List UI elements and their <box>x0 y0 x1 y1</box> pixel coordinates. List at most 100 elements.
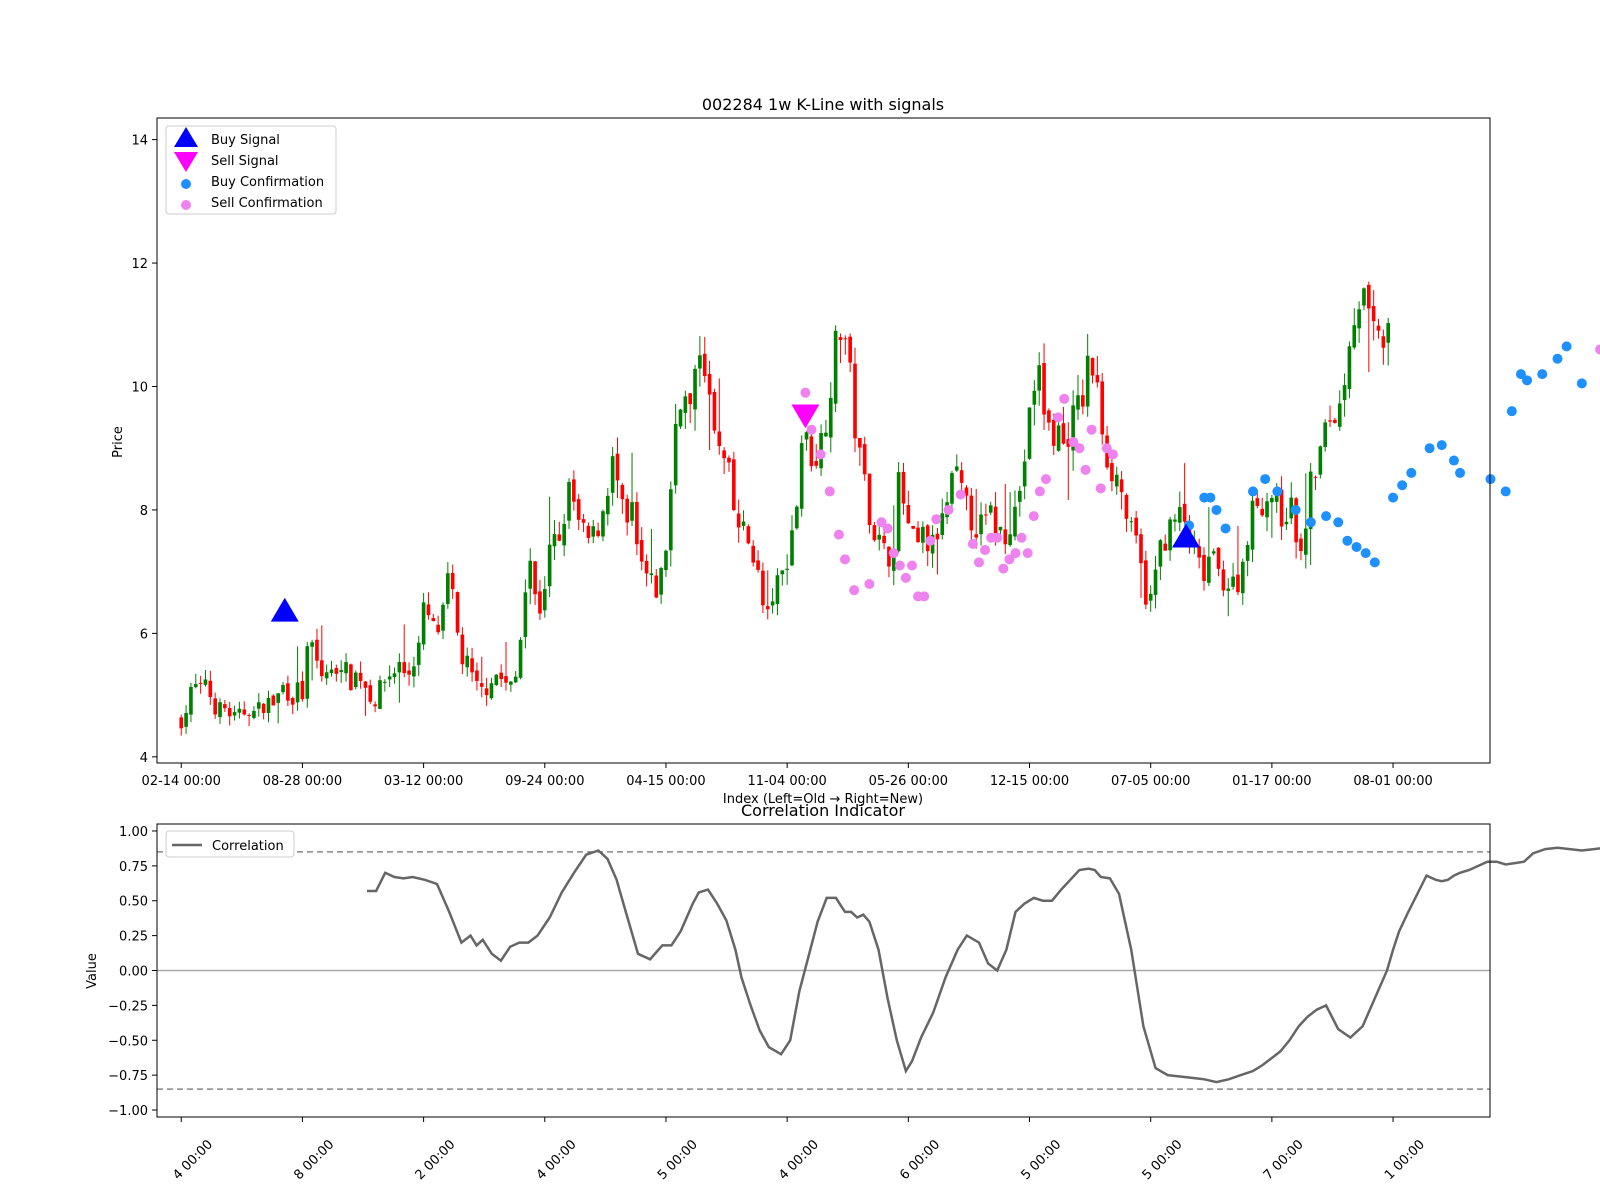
candle-body <box>824 432 828 437</box>
candle-body <box>412 666 416 677</box>
candle-body <box>353 672 358 688</box>
candle-body <box>349 664 353 690</box>
sell-confirmation-point <box>806 424 817 435</box>
candle-body <box>1337 403 1342 427</box>
kline-y-tick-label: 6 <box>140 627 148 642</box>
candle-body <box>761 570 765 606</box>
sell-confirmation-point <box>955 489 966 500</box>
candle-body <box>1367 284 1371 309</box>
candle-body <box>1221 569 1226 591</box>
candle-body <box>1124 495 1129 519</box>
candle-body <box>736 513 741 528</box>
candle-body <box>1042 363 1046 415</box>
candle-body <box>1211 551 1216 554</box>
correlation-x-tick-label: 7 00:00 <box>1261 1137 1307 1183</box>
candle-body <box>756 560 760 570</box>
candle-body <box>1008 534 1012 546</box>
candle-body <box>921 526 925 543</box>
sell-signal-marker <box>791 404 820 429</box>
kline-y-tick-label: 8 <box>140 504 148 519</box>
candle-body <box>702 353 707 377</box>
candle-body <box>528 560 533 589</box>
candle-body <box>203 679 208 685</box>
kline-y-tick-label: 4 <box>140 751 148 766</box>
candle-body <box>1245 544 1250 561</box>
sell-confirmation-point <box>1010 548 1021 559</box>
candle-body <box>814 461 819 466</box>
candle-body <box>848 336 852 363</box>
sell-confirmation-point <box>824 486 835 497</box>
candle-body <box>460 634 465 665</box>
candle-body <box>266 697 271 714</box>
candle-body <box>678 409 683 427</box>
buy-confirmation-point <box>1290 504 1301 515</box>
buy-signal-marker <box>270 597 299 622</box>
candle-body <box>1333 419 1337 423</box>
candle-body <box>1202 554 1206 581</box>
correlation-x-ticks: 4 00:00 8 00:00 2 00:00 4 00:00 5 00:00 4 00:… <box>170 1117 1428 1183</box>
candle-body <box>184 712 188 727</box>
candle-body <box>1047 410 1051 423</box>
candle-body <box>407 670 411 675</box>
candle-body <box>1328 420 1332 422</box>
legend-label: Sell Signal <box>211 154 279 169</box>
kline-plot-frame <box>156 117 1491 764</box>
kline-x-ticks: 02-14 00:00 08-28 00:00 03-12 00:00 09-24 0… <box>142 763 1433 789</box>
candle-body <box>271 695 276 706</box>
candle-body <box>1386 323 1391 343</box>
candle-body <box>421 602 426 645</box>
candle-body <box>378 680 382 709</box>
correlation-panel: Correlation Indicator 1.00 0.75 0.50 0.25 0.… <box>85 801 1600 1183</box>
candle-body <box>1153 569 1158 595</box>
candle-body <box>809 436 814 467</box>
legend-label: Buy Signal <box>211 133 280 148</box>
sell-confirmation-point <box>1595 344 1600 355</box>
sell-confirmation-point <box>992 532 1003 543</box>
sell-confirmation-point <box>1028 511 1039 522</box>
correlation-x-tick-label: 6 00:00 <box>897 1137 943 1183</box>
candle-body <box>286 683 290 701</box>
sell-confirmation-point <box>998 563 1009 574</box>
candle-body <box>586 525 591 538</box>
candle-body <box>1226 588 1231 591</box>
candle-body <box>1260 508 1264 516</box>
sell-confirmation-point <box>1059 393 1070 404</box>
correlation-y-tick-label: 0.50 <box>119 895 148 910</box>
sell-confirmation-point <box>973 557 984 568</box>
candle-body <box>862 444 867 475</box>
candle-body <box>988 505 993 513</box>
candle-body <box>363 681 368 688</box>
kline-y-tick-label: 12 <box>131 257 148 272</box>
candle-body <box>383 681 387 683</box>
candle-body <box>518 639 523 678</box>
candle-body <box>1177 507 1182 523</box>
candle-body <box>795 506 799 529</box>
candle-body <box>436 624 440 633</box>
candle-body <box>1037 365 1042 391</box>
candle-body <box>552 534 557 547</box>
candle-body <box>765 606 770 610</box>
candle-body <box>698 355 702 369</box>
candle-body <box>630 502 634 521</box>
correlation-chart-title: Correlation Indicator <box>741 801 905 820</box>
buy-confirmation-point <box>1260 474 1271 485</box>
kline-x-tick-label: 12-15 00:00 <box>990 774 1069 789</box>
sell-confirmation-point <box>1016 532 1027 543</box>
buy-confirmation-point <box>1360 548 1371 559</box>
kline-x-tick-label: 04-15 00:00 <box>626 774 705 789</box>
candle-body <box>213 698 217 715</box>
sell-confirmation-point <box>800 387 811 398</box>
candle-body <box>916 527 920 543</box>
candle-body <box>732 459 736 510</box>
kline-y-ticks: 4 6 8 10 12 14 <box>131 134 157 766</box>
candle-body <box>1051 419 1056 446</box>
candle-body <box>950 473 954 504</box>
candle-body <box>368 685 373 702</box>
kline-x-tick-label: 05-26 00:00 <box>869 774 948 789</box>
candle-body <box>601 511 605 537</box>
candle-body <box>261 703 266 713</box>
candle-body <box>635 501 639 545</box>
candle-body <box>1168 519 1172 551</box>
candle-body <box>1318 446 1323 475</box>
candle-body <box>324 672 329 679</box>
